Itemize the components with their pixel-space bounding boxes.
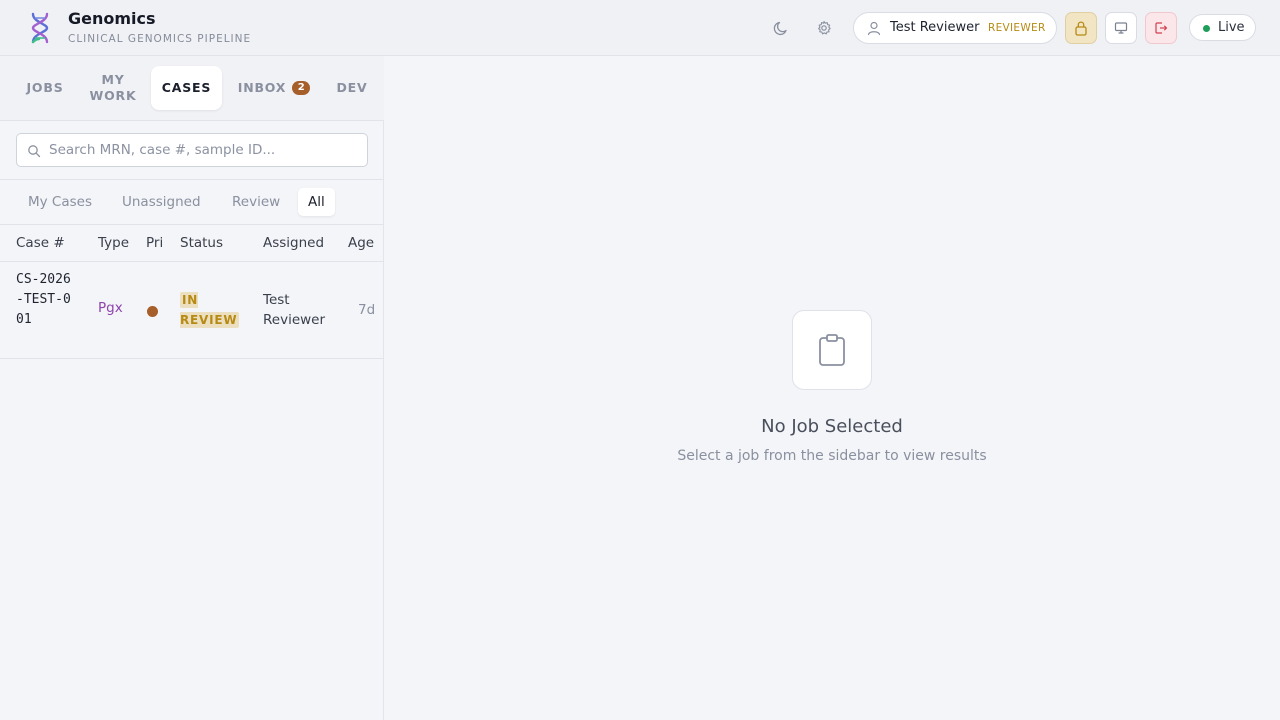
filter-review[interactable]: Review bbox=[222, 188, 290, 216]
theme-toggle-button[interactable] bbox=[769, 16, 793, 40]
filter-unassigned[interactable]: Unassigned bbox=[112, 188, 211, 216]
filter-my-cases[interactable]: My Cases bbox=[18, 188, 102, 216]
tab-label: MY WORK bbox=[89, 72, 137, 103]
column-header-age[interactable]: Age bbox=[348, 235, 374, 251]
tab-my-work[interactable]: MY WORK bbox=[82, 66, 144, 110]
display-button[interactable] bbox=[1105, 12, 1137, 44]
app-header: Genomics CLINICAL GENOMICS PIPELINE Test… bbox=[0, 0, 1280, 56]
empty-state-icon-box bbox=[792, 310, 872, 390]
filter-all[interactable]: All bbox=[298, 188, 335, 216]
sidebar: JOBS MY WORK CASES INBOX 2 DEV My Cases … bbox=[0, 56, 384, 720]
priority-dot bbox=[147, 306, 158, 317]
cases-table-header: Case # Type Pri Status Assigned Age bbox=[0, 225, 384, 262]
gear-icon bbox=[818, 20, 831, 35]
sidebar-tabs: JOBS MY WORK CASES INBOX 2 DEV bbox=[0, 56, 384, 121]
search-box bbox=[16, 133, 368, 167]
tab-jobs[interactable]: JOBS bbox=[22, 66, 68, 110]
user-name: Test Reviewer bbox=[890, 20, 980, 35]
case-type: Pgx bbox=[98, 300, 123, 316]
settings-button[interactable] bbox=[812, 16, 836, 40]
status-text: IN REVIEW bbox=[180, 292, 240, 328]
empty-state-title: No Job Selected bbox=[761, 416, 903, 437]
tab-label: CASES bbox=[161, 80, 212, 95]
user-role-badge: REVIEWER bbox=[988, 22, 1046, 34]
status-badge: IN REVIEW bbox=[180, 290, 244, 330]
connection-status: Live bbox=[1189, 14, 1256, 41]
search-icon bbox=[28, 145, 41, 158]
column-header-assigned[interactable]: Assigned bbox=[263, 235, 324, 251]
column-header-priority[interactable]: Pri bbox=[146, 235, 163, 251]
app-title: Genomics bbox=[68, 9, 156, 28]
tab-dev[interactable]: DEV bbox=[330, 66, 374, 110]
search-input[interactable] bbox=[49, 134, 359, 166]
logout-button[interactable] bbox=[1145, 12, 1177, 44]
app-subtitle: CLINICAL GENOMICS PIPELINE bbox=[68, 33, 252, 45]
column-header-status[interactable]: Status bbox=[180, 235, 223, 251]
inbox-count-badge: 2 bbox=[292, 81, 311, 95]
tab-cases[interactable]: CASES bbox=[151, 66, 222, 110]
user-icon bbox=[867, 21, 881, 36]
monitor-icon bbox=[1114, 22, 1128, 34]
tab-label: DEV bbox=[336, 80, 368, 95]
case-number: CS-2026-TEST-001 bbox=[16, 272, 71, 327]
table-row[interactable]: CS-2026-TEST-001 Pgx IN REVIEW Test Revi… bbox=[0, 262, 384, 359]
main-content: No Job Selected Select a job from the si… bbox=[384, 56, 1280, 720]
case-filters: My Cases Unassigned Review All bbox=[0, 180, 384, 225]
live-status-dot bbox=[1203, 25, 1210, 32]
logout-icon bbox=[1155, 22, 1168, 34]
clipboard-icon bbox=[819, 334, 845, 366]
lock-icon bbox=[1075, 21, 1087, 36]
user-menu-button[interactable]: Test Reviewer REVIEWER bbox=[853, 12, 1057, 44]
tab-inbox[interactable]: INBOX 2 bbox=[232, 66, 316, 110]
live-status-label: Live bbox=[1218, 20, 1245, 35]
assigned-user: Test Reviewer bbox=[263, 292, 326, 328]
tab-label: INBOX bbox=[237, 80, 287, 95]
lock-button[interactable] bbox=[1065, 12, 1097, 44]
tab-label: JOBS bbox=[26, 80, 64, 95]
column-header-type[interactable]: Type bbox=[98, 235, 129, 251]
empty-state-subtitle: Select a job from the sidebar to view re… bbox=[677, 448, 987, 464]
case-age: 7d bbox=[358, 302, 376, 318]
column-header-case[interactable]: Case # bbox=[16, 235, 65, 251]
dna-icon bbox=[31, 12, 49, 44]
search-section bbox=[0, 121, 384, 180]
moon-icon bbox=[773, 21, 787, 36]
